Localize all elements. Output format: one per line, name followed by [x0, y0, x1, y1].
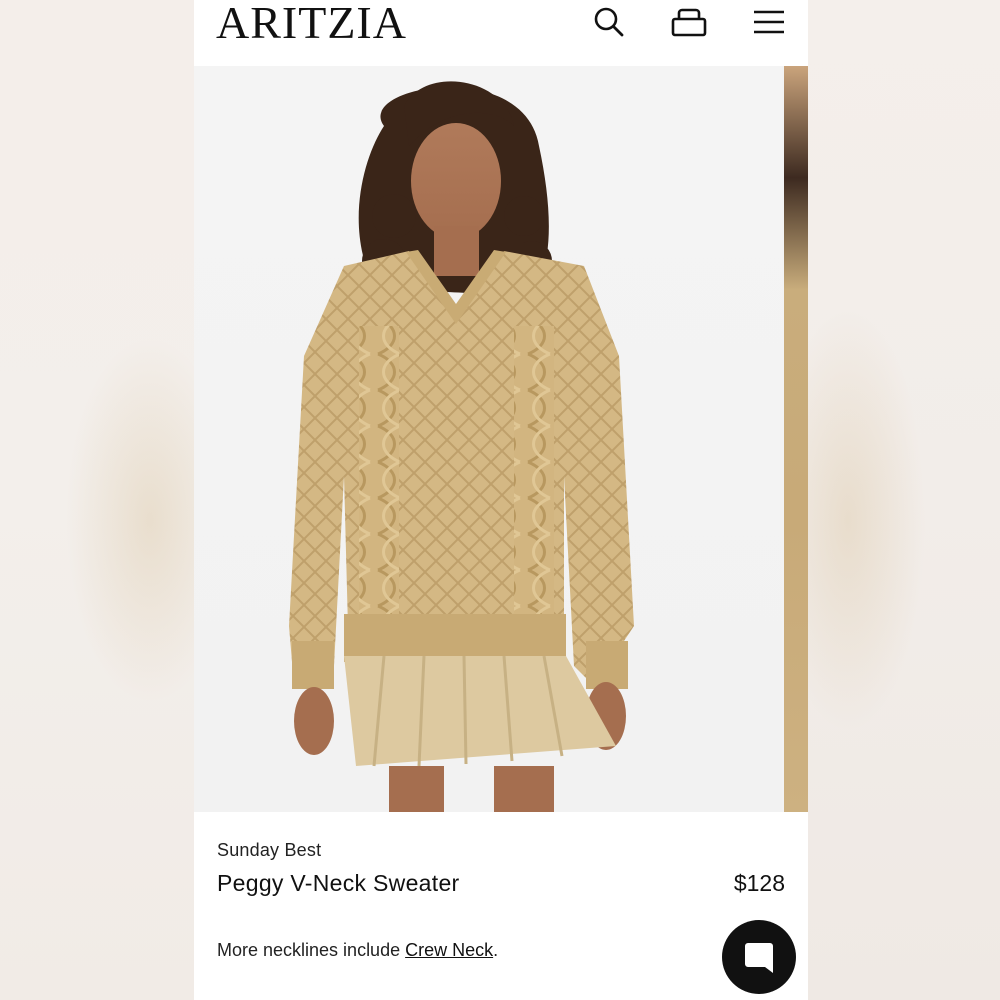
chat-bubble-icon: [745, 943, 773, 973]
more-necklines-text: More necklines include Crew Neck.: [217, 940, 498, 961]
mobile-screen: ARITZIA Sunday Best Peggy V-Neck Sweater…: [194, 0, 808, 1000]
product-brand: Sunday Best: [217, 840, 322, 860]
search-icon[interactable]: [589, 2, 629, 42]
product-image-main[interactable]: [194, 66, 782, 812]
product-info: Sunday Best Peggy V-Neck Sweater $128 Mo…: [194, 812, 808, 1000]
left-background-blur: [0, 0, 194, 1000]
more-necklines-suffix: .: [493, 940, 499, 960]
hamburger-menu-icon[interactable]: [749, 2, 789, 42]
chat-button[interactable]: [722, 920, 796, 994]
more-necklines-prefix: More necklines include: [217, 940, 406, 960]
right-background-blur: [808, 0, 1000, 1000]
product-name: Peggy V-Neck Sweater: [217, 870, 460, 896]
crew-neck-link[interactable]: Crew Neck: [405, 940, 493, 960]
brand-logo[interactable]: ARITZIA: [216, 0, 407, 46]
product-price: $128: [733, 870, 785, 896]
product-image-gallery[interactable]: [194, 66, 808, 812]
shopping-bag-icon[interactable]: [669, 2, 709, 42]
site-header: ARITZIA: [194, 0, 808, 66]
product-image-next-peek[interactable]: [784, 66, 808, 812]
